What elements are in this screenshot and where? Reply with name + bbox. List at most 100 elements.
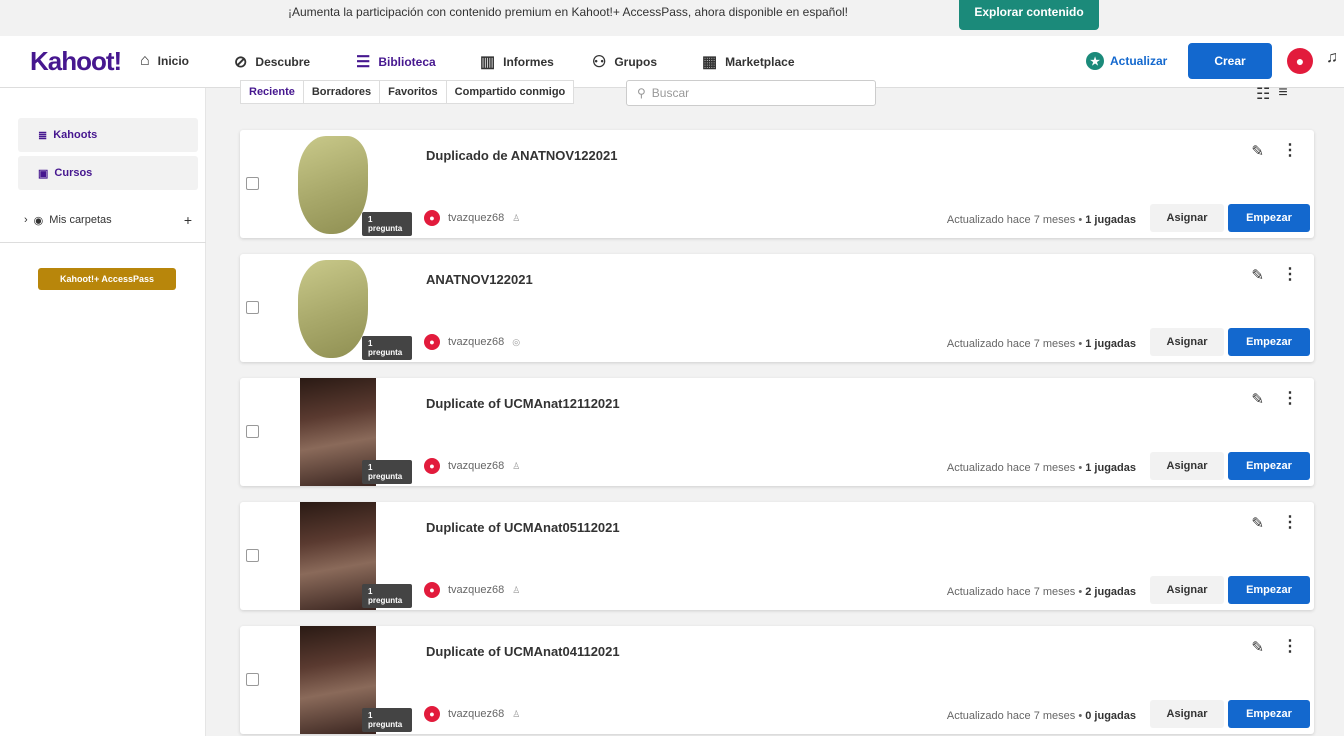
question-count-badge: 1 pregunta — [362, 584, 412, 608]
tab-compartido[interactable]: Compartido conmigo — [447, 81, 574, 103]
nav-item-informes[interactable]: ▥ Informes — [480, 52, 554, 72]
tab-favoritos[interactable]: Favoritos — [380, 81, 447, 103]
kahoot-card[interactable]: 1 pregunta Duplicate of UCMAnat05112021 … — [240, 502, 1314, 610]
author: ● tvazquez68 ♙ — [424, 582, 520, 598]
add-folder-icon[interactable]: + — [184, 212, 192, 228]
bell-icon[interactable]: ♫ — [1326, 49, 1338, 67]
kahoot-logo[interactable]: Kahoot! — [30, 46, 122, 77]
kahoot-card[interactable]: 1 pregunta Duplicado de ANATNOV122021 ● … — [240, 130, 1314, 238]
author-avatar: ● — [424, 334, 440, 350]
card-view-icon[interactable]: ☷ — [1256, 84, 1270, 104]
update-label: Actualizar — [1110, 54, 1168, 68]
kahoot-thumbnail[interactable]: 1 pregunta — [264, 502, 412, 610]
nav-item-descubre[interactable]: ⊘ Descubre — [234, 52, 310, 72]
select-checkbox[interactable] — [246, 425, 259, 438]
star-icon: ★ — [1086, 52, 1104, 70]
accesspass-button[interactable]: Kahoot!+ AccessPass — [38, 268, 176, 290]
more-options-icon[interactable]: ⋮ — [1282, 512, 1298, 532]
nav-item-inicio[interactable]: ⌂ Inicio — [140, 52, 189, 70]
search-input[interactable]: ⚲ Buscar — [626, 80, 876, 106]
assign-button[interactable]: Asignar — [1150, 328, 1224, 356]
question-count-badge: 1 pregunta — [362, 460, 412, 484]
tab-reciente[interactable]: Reciente — [241, 81, 304, 103]
plays-count: 1 jugadas — [1085, 338, 1136, 350]
home-icon: ⌂ — [140, 52, 150, 69]
tab-borradores[interactable]: Borradores — [304, 81, 381, 103]
kahoot-title[interactable]: Duplicate of UCMAnat05112021 — [426, 520, 620, 535]
nav-label: Biblioteca — [378, 55, 436, 69]
start-button[interactable]: Empezar — [1228, 328, 1310, 356]
kahoots-icon: ≣ — [38, 129, 48, 142]
select-checkbox[interactable] — [246, 301, 259, 314]
card-meta: Actualizado hace 7 meses • 0 jugadas — [946, 710, 1136, 722]
start-button[interactable]: Empezar — [1228, 204, 1310, 232]
sidebar-item-label: Cursos — [54, 167, 93, 179]
author-name: tvazquez68 — [448, 336, 505, 348]
folders-label: Mis carpetas — [49, 214, 112, 226]
update-button[interactable]: ★ Actualizar — [1086, 52, 1167, 70]
create-button[interactable]: Crear — [1188, 43, 1272, 79]
kahoot-title[interactable]: Duplicado de ANATNOV122021 — [426, 148, 617, 163]
nav-label: Grupos — [614, 55, 658, 69]
updated-text: Actualizado hace 7 meses — [946, 586, 1076, 598]
nav-item-marketplace[interactable]: ▦ Marketplace — [702, 52, 795, 72]
search-icon: ⚲ — [637, 86, 646, 100]
author-avatar: ● — [424, 458, 440, 474]
more-options-icon[interactable]: ⋮ — [1282, 388, 1298, 408]
nav-item-biblioteca[interactable]: ☰ Biblioteca — [356, 52, 436, 72]
chevron-right-icon[interactable]: › — [24, 214, 28, 226]
edit-icon[interactable]: ✎ — [1251, 142, 1264, 160]
plays-count: 0 jugadas — [1085, 710, 1136, 722]
assign-button[interactable]: Asignar — [1150, 576, 1224, 604]
assign-button[interactable]: Asignar — [1150, 700, 1224, 728]
kahoot-card[interactable]: 1 pregunta Duplicate of UCMAnat04112021 … — [240, 626, 1314, 734]
visibility-icon: ♙ — [512, 212, 521, 223]
start-button[interactable]: Empezar — [1228, 452, 1310, 480]
nav-label: Inicio — [157, 54, 190, 68]
select-checkbox[interactable] — [246, 549, 259, 562]
filter-tabs: Reciente Borradores Favoritos Compartido… — [240, 80, 575, 104]
start-button[interactable]: Empezar — [1228, 700, 1310, 728]
author-name: tvazquez68 — [448, 212, 505, 224]
thumbnail-image — [298, 260, 368, 358]
kahoot-title[interactable]: ANATNOV122021 — [426, 272, 533, 287]
nav-item-grupos[interactable]: ⚇ Grupos — [592, 52, 657, 72]
kahoot-card[interactable]: 1 pregunta ANATNOV122021 ● tvazquez68 ◎ … — [240, 254, 1314, 362]
edit-icon[interactable]: ✎ — [1251, 638, 1264, 656]
nav-label: Descubre — [255, 55, 311, 69]
kahoot-thumbnail[interactable]: 1 pregunta — [264, 130, 412, 238]
more-options-icon[interactable]: ⋮ — [1282, 636, 1298, 656]
my-folders[interactable]: › ◉ Mis carpetas + — [24, 212, 192, 228]
more-options-icon[interactable]: ⋮ — [1282, 264, 1298, 284]
edit-icon[interactable]: ✎ — [1251, 390, 1264, 408]
more-options-icon[interactable]: ⋮ — [1282, 140, 1298, 160]
kahoot-title[interactable]: Duplicate of UCMAnat12112021 — [426, 396, 620, 411]
assign-button[interactable]: Asignar — [1150, 452, 1224, 480]
visibility-icon: ♙ — [512, 460, 521, 471]
plays-count: 1 jugadas — [1085, 462, 1136, 474]
view-toggle: ☷ ≡ — [1256, 84, 1288, 104]
question-count-badge: 1 pregunta — [362, 212, 412, 236]
author: ● tvazquez68 ♙ — [424, 458, 520, 474]
sidebar-item-cursos[interactable]: ▣ Cursos — [18, 156, 198, 190]
kahoot-title[interactable]: Duplicate of UCMAnat04112021 — [426, 644, 620, 659]
plays-count: 2 jugadas — [1085, 586, 1136, 598]
select-checkbox[interactable] — [246, 177, 259, 190]
thumbnail-image — [298, 136, 368, 234]
sidebar-item-kahoots[interactable]: ≣ Kahoots — [18, 118, 198, 152]
compass-icon: ⊘ — [234, 54, 248, 71]
list-view-icon[interactable]: ≡ — [1278, 84, 1287, 104]
edit-icon[interactable]: ✎ — [1251, 514, 1264, 532]
kahoot-thumbnail[interactable]: 1 pregunta — [264, 378, 412, 486]
kahoot-card[interactable]: 1 pregunta Duplicate of UCMAnat12112021 … — [240, 378, 1314, 486]
user-avatar[interactable]: ● — [1287, 48, 1313, 74]
explore-content-button[interactable]: Explorar contenido — [959, 0, 1099, 30]
kahoot-thumbnail[interactable]: 1 pregunta — [264, 626, 412, 734]
select-checkbox[interactable] — [246, 673, 259, 686]
banner-text: ¡Aumenta la participación con contenido … — [288, 5, 849, 19]
kahoot-thumbnail[interactable]: 1 pregunta — [264, 254, 412, 362]
assign-button[interactable]: Asignar — [1150, 204, 1224, 232]
start-button[interactable]: Empezar — [1228, 576, 1310, 604]
edit-icon[interactable]: ✎ — [1251, 266, 1264, 284]
plays-count: 1 jugadas — [1085, 214, 1136, 226]
